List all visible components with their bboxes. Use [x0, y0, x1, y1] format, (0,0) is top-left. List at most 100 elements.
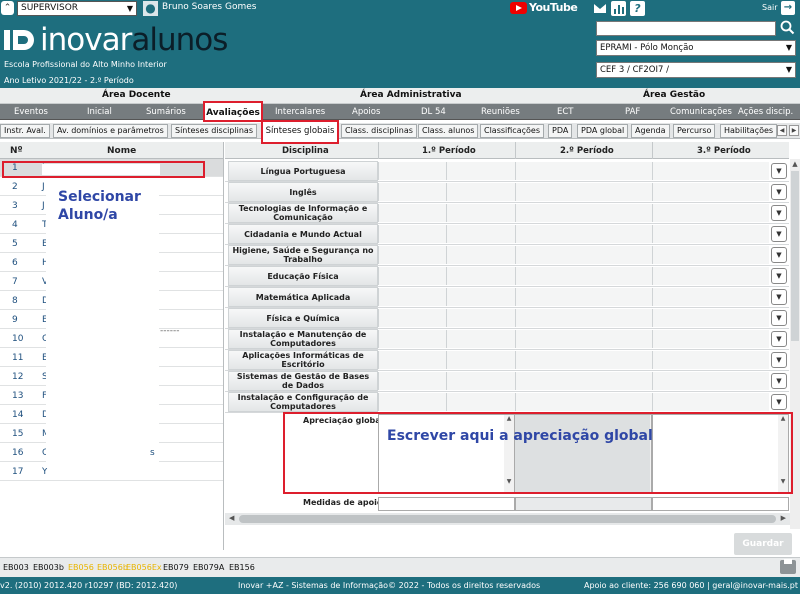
tab-class-disciplinas[interactable]: Class. disciplinas	[341, 124, 417, 138]
grade-cell[interactable]	[378, 393, 446, 411]
user-name[interactable]: Bruno Soares Gomes	[162, 2, 256, 12]
grade-cell[interactable]	[446, 351, 515, 369]
scroll-right-icon[interactable]: ▶	[781, 514, 786, 522]
save-button[interactable]: Guardar	[734, 533, 792, 555]
grade-cell[interactable]	[446, 204, 515, 222]
tab-scroll-right-icon[interactable]: ▶	[789, 125, 799, 136]
grade-cell[interactable]	[446, 246, 515, 264]
grade-cell[interactable]	[515, 309, 652, 327]
grade-dropdown-icon[interactable]: ▼	[771, 289, 787, 305]
scroll-left-icon[interactable]: ◀	[229, 514, 234, 522]
horizontal-scrollbar[interactable]: ◀ ▶	[225, 513, 790, 525]
grade-cell[interactable]	[515, 330, 652, 348]
grade-cell[interactable]	[378, 267, 446, 285]
school-select[interactable]: EPRAMI - Pólo Monção ▼	[596, 40, 796, 56]
h-scroll-thumb[interactable]	[239, 515, 776, 523]
medidas-p1-input[interactable]	[378, 497, 515, 511]
grade-cell[interactable]	[378, 204, 446, 222]
class-chip[interactable]: EB056	[68, 563, 94, 572]
grade-dropdown-icon[interactable]: ▼	[771, 247, 787, 263]
menu-eventos[interactable]: Eventos	[14, 107, 48, 117]
grade-cell[interactable]	[515, 288, 652, 306]
class-chip[interactable]: EB003b	[33, 563, 64, 572]
scroll-thumb[interactable]	[791, 171, 799, 341]
menu-inicial[interactable]: Inicial	[87, 107, 112, 117]
grade-cell[interactable]	[378, 309, 446, 327]
grade-cell[interactable]	[378, 246, 446, 264]
help-icon[interactable]: ?	[630, 1, 645, 16]
grade-cell[interactable]	[378, 288, 446, 306]
class-select[interactable]: CEF 3 / CF2OI7 / ▼	[596, 62, 796, 78]
tab-classificacoes[interactable]: Classificações	[480, 124, 544, 138]
grade-dropdown-icon[interactable]: ▼	[771, 205, 787, 221]
grade-cell[interactable]	[515, 225, 652, 243]
medidas-p3-input[interactable]	[652, 497, 789, 511]
grade-dropdown-icon[interactable]: ▼	[771, 394, 787, 410]
selected-student-name-field[interactable]	[42, 164, 160, 175]
grade-dropdown-icon[interactable]: ▼	[771, 331, 787, 347]
tab-pda-global[interactable]: PDA global	[577, 124, 629, 138]
grade-dropdown-icon[interactable]: ▼	[771, 373, 787, 389]
menu-sumarios[interactable]: Sumários	[146, 107, 186, 117]
grade-cell[interactable]	[378, 351, 446, 369]
class-chip[interactable]: EB156	[229, 563, 255, 572]
tab-sinteses-disciplinas[interactable]: Sínteses disciplinas	[171, 124, 257, 138]
grade-cell[interactable]	[446, 372, 515, 390]
menu-reunioes[interactable]: Reuniões	[481, 107, 520, 117]
grade-cell[interactable]	[378, 372, 446, 390]
grade-cell[interactable]	[515, 162, 652, 180]
stats-icon[interactable]	[611, 1, 626, 16]
grade-cell[interactable]	[446, 309, 515, 327]
tab-av-dominios[interactable]: Av. domínios e parâmetros	[53, 124, 168, 138]
grade-cell[interactable]	[446, 393, 515, 411]
collapse-header-button[interactable]: ⌃	[1, 1, 14, 15]
class-chip[interactable]: EB056b	[97, 563, 128, 572]
tab-sinteses-globais[interactable]: Sínteses globais	[261, 120, 339, 144]
menu-paf[interactable]: PAF	[625, 107, 640, 117]
grade-cell[interactable]	[446, 183, 515, 201]
grade-dropdown-icon[interactable]: ▼	[771, 184, 787, 200]
menu-acoes-discip[interactable]: Ações discip.	[738, 107, 793, 117]
search-input[interactable]	[596, 21, 776, 36]
tab-habilitacoes[interactable]: Habilitações	[720, 124, 778, 138]
tab-instr-aval[interactable]: Instr. Aval.	[0, 124, 50, 138]
grade-cell[interactable]	[515, 267, 652, 285]
grade-dropdown-icon[interactable]: ▼	[771, 352, 787, 368]
grade-dropdown-icon[interactable]: ▼	[771, 226, 787, 242]
grade-cell[interactable]	[446, 288, 515, 306]
tab-pda[interactable]: PDA	[548, 124, 573, 138]
class-chip[interactable]: EB056Ex	[126, 563, 162, 572]
grade-dropdown-icon[interactable]: ▼	[771, 163, 787, 179]
grade-cell[interactable]	[446, 330, 515, 348]
mail-icon[interactable]	[594, 4, 606, 13]
grade-cell[interactable]	[378, 162, 446, 180]
tab-percurso[interactable]: Percurso	[673, 124, 716, 138]
grade-cell[interactable]	[515, 246, 652, 264]
menu-intercalares[interactable]: Intercalares	[275, 107, 325, 117]
menu-apoios[interactable]: Apoios	[352, 107, 380, 117]
grade-dropdown-icon[interactable]: ▼	[771, 310, 787, 326]
grade-cell[interactable]	[378, 225, 446, 243]
menu-avaliacoes[interactable]: Avaliações	[203, 101, 263, 122]
menu-dl54[interactable]: DL 54	[421, 107, 446, 117]
youtube-link[interactable]: YouTube	[510, 1, 578, 15]
medidas-p2-input[interactable]	[515, 497, 652, 511]
grade-cell[interactable]	[446, 267, 515, 285]
search-icon[interactable]	[780, 20, 795, 35]
grade-cell[interactable]	[515, 204, 652, 222]
grade-cell[interactable]	[515, 183, 652, 201]
user-avatar-icon[interactable]: ●	[143, 1, 158, 16]
class-chip[interactable]: EB079A	[193, 563, 224, 572]
menu-comunicacoes[interactable]: Comunicações	[670, 107, 732, 117]
grade-cell[interactable]	[515, 372, 652, 390]
grade-dropdown-icon[interactable]: ▼	[771, 268, 787, 284]
grade-cell[interactable]	[378, 330, 446, 348]
menu-ect[interactable]: ECT	[557, 107, 574, 117]
tab-class-alunos[interactable]: Class. alunos	[418, 124, 479, 138]
grade-cell[interactable]	[515, 393, 652, 411]
class-chip[interactable]: EB003	[3, 563, 29, 572]
print-icon[interactable]	[780, 559, 796, 574]
tab-scroll-left-icon[interactable]: ◀	[777, 125, 787, 136]
grade-cell[interactable]	[446, 225, 515, 243]
logout-icon[interactable]: →	[781, 1, 795, 15]
